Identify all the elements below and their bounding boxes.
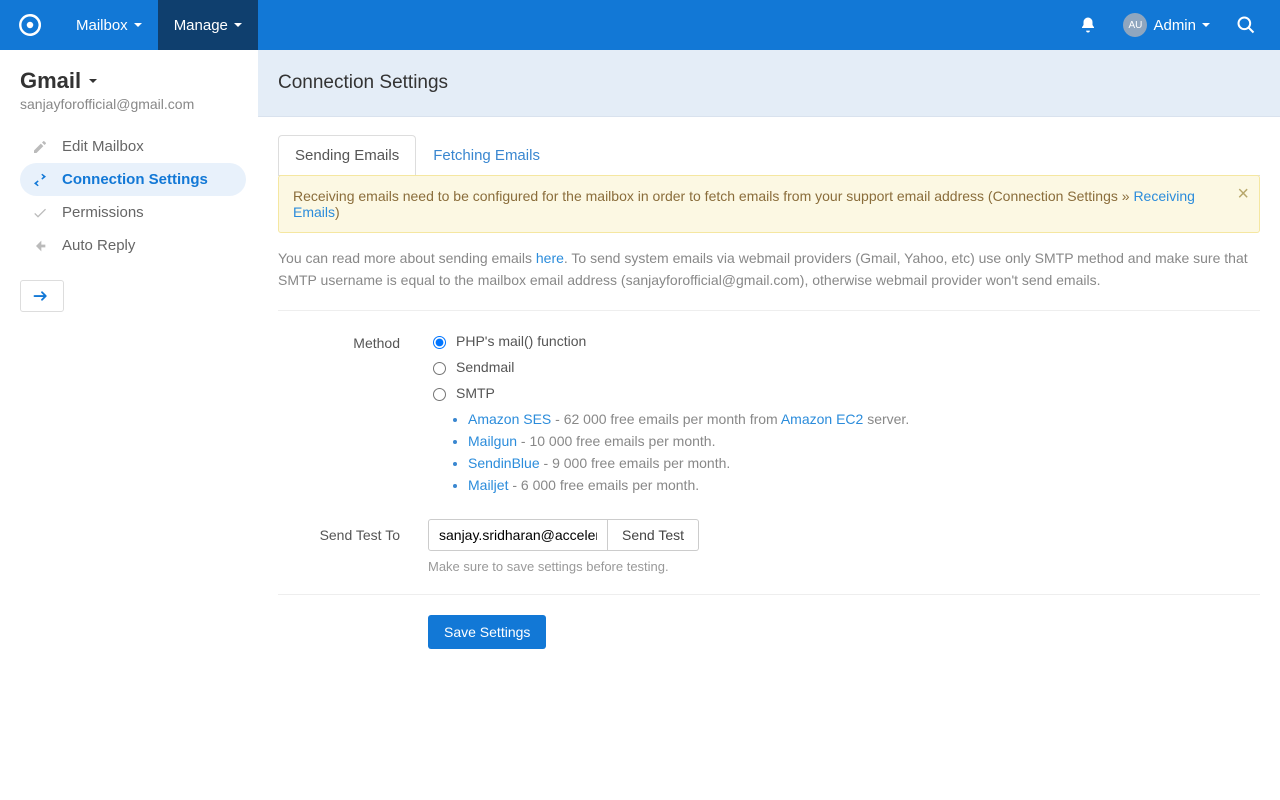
sending-docs-link[interactable]: here: [536, 250, 564, 266]
send-test-help: Make sure to save settings before testin…: [428, 559, 1260, 574]
radio-input[interactable]: [433, 388, 446, 401]
sidebar-item-auto-reply[interactable]: Auto Reply: [20, 229, 246, 262]
search-icon[interactable]: [1224, 15, 1268, 35]
sidebar-item-permissions[interactable]: Permissions: [20, 196, 246, 229]
list-item: SendinBlue - 9 000 free emails per month…: [468, 455, 1260, 471]
notifications-icon[interactable]: [1067, 16, 1109, 34]
chevron-down-icon: [234, 23, 242, 27]
collapse-sidebar-button[interactable]: [20, 280, 64, 312]
sidebar-item-connection-settings[interactable]: Connection Settings: [20, 163, 246, 196]
nav-mailbox-label: Mailbox: [76, 17, 128, 34]
method-radio-smtp[interactable]: SMTP: [428, 385, 1260, 401]
page-title: Connection Settings: [278, 72, 1260, 94]
mailbox-name: Gmail: [20, 68, 81, 94]
sidebar-item-label: Edit Mailbox: [62, 138, 144, 155]
warning-alert: Receiving emails need to be configured f…: [278, 175, 1260, 233]
nav-mailbox[interactable]: Mailbox: [60, 0, 158, 50]
method-label: Method: [278, 333, 428, 499]
app-logo[interactable]: [0, 0, 60, 50]
mailgun-link[interactable]: Mailgun: [468, 433, 517, 449]
mailbox-email: sanjayforofficial@gmail.com: [20, 96, 246, 112]
tab-fetching-emails[interactable]: Fetching Emails: [416, 135, 557, 175]
tabs: Sending Emails Fetching Emails: [278, 135, 1260, 176]
intro-text: You can read more about sending emails h…: [278, 233, 1260, 311]
avatar: AU: [1123, 13, 1147, 37]
close-icon[interactable]: ×: [1237, 184, 1249, 204]
sidebar-item-label: Connection Settings: [62, 171, 208, 188]
sidebar-item-label: Permissions: [62, 204, 144, 221]
check-icon: [32, 205, 50, 221]
amazon-ec2-link[interactable]: Amazon EC2: [781, 411, 863, 427]
pencil-icon: [32, 139, 50, 155]
method-radio-php[interactable]: PHP's mail() function: [428, 333, 1260, 349]
send-test-input[interactable]: [428, 519, 608, 551]
user-name: Admin: [1153, 17, 1196, 34]
list-item: Mailjet - 6 000 free emails per month.: [468, 477, 1260, 493]
send-test-label: Send Test To: [278, 519, 428, 574]
alert-text: Receiving emails need to be configured f…: [293, 188, 1133, 204]
mailbox-switcher[interactable]: Gmail: [20, 68, 246, 94]
sidebar-item-edit-mailbox[interactable]: Edit Mailbox: [20, 130, 246, 163]
chevron-down-icon: [1202, 23, 1210, 27]
chevron-down-icon: [89, 79, 97, 83]
page-header: Connection Settings: [258, 50, 1280, 117]
smtp-providers-list: Amazon SES - 62 000 free emails per mont…: [450, 411, 1260, 493]
save-settings-button[interactable]: Save Settings: [428, 615, 546, 649]
nav-manage-label: Manage: [174, 17, 228, 34]
top-navbar: Mailbox Manage AU Admin: [0, 0, 1280, 50]
reply-icon: [32, 238, 50, 254]
content: Connection Settings Sending Emails Fetch…: [258, 50, 1280, 800]
list-item: Mailgun - 10 000 free emails per month.: [468, 433, 1260, 449]
list-item: Amazon SES - 62 000 free emails per mont…: [468, 411, 1260, 427]
alert-text-tail: ): [335, 204, 340, 220]
exchange-icon: [32, 172, 50, 188]
sidebar-item-label: Auto Reply: [62, 237, 135, 254]
send-test-button[interactable]: Send Test: [608, 519, 699, 551]
radio-input[interactable]: [433, 362, 446, 375]
user-menu[interactable]: AU Admin: [1113, 13, 1220, 37]
sidebar: Gmail sanjayforofficial@gmail.com Edit M…: [0, 50, 258, 800]
divider: [278, 594, 1260, 595]
amazon-ses-link[interactable]: Amazon SES: [468, 411, 551, 427]
tab-sending-emails[interactable]: Sending Emails: [278, 135, 416, 175]
sendinblue-link[interactable]: SendinBlue: [468, 455, 540, 471]
nav-manage[interactable]: Manage: [158, 0, 258, 50]
chevron-down-icon: [134, 23, 142, 27]
radio-input[interactable]: [433, 336, 446, 349]
mailjet-link[interactable]: Mailjet: [468, 477, 508, 493]
method-radio-sendmail[interactable]: Sendmail: [428, 359, 1260, 375]
